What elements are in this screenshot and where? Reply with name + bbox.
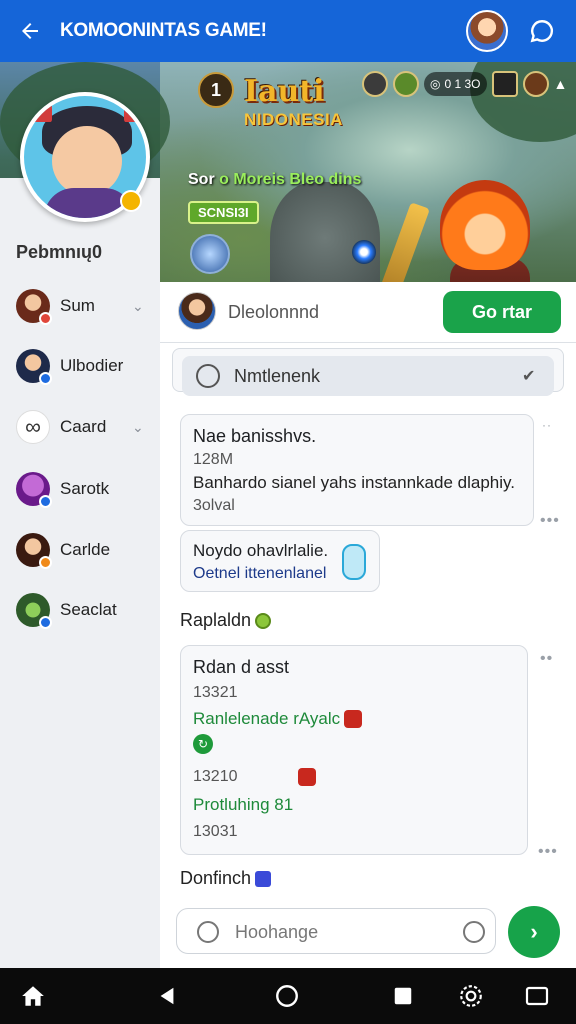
more-options-icon[interactable]: ••• [538,843,558,861]
card-meta: 3olval [193,497,235,514]
flame-icon: ▲ [553,76,568,92]
sidebar-item-label: Seaclat [60,600,117,619]
section-title: Donfinch [180,868,252,888]
card-link[interactable]: Oetnel ittenenlanel [193,565,326,583]
card-title: Rdan d asst [193,657,290,677]
fries-icon [298,768,316,786]
sidebar-heading: Pebmnıų0 [16,242,103,262]
chevron-down-icon[interactable]: ⌄ [132,298,144,315]
message-composer[interactable]: Hoohange [176,908,496,954]
chevron-down-icon[interactable]: ⌄ [132,419,144,436]
sidebar-item-seaclat[interactable]: Seaclat [0,582,160,638]
game-logo-title: Iauti [244,74,325,109]
back-arrow-icon[interactable] [0,0,60,62]
sidebar-item-label: Sarotk [60,479,110,498]
link-icon: ∞ [16,410,50,444]
send-button[interactable]: › [508,906,560,958]
card-count: 13321 [193,684,238,701]
chat-bubble-icon[interactable] [524,13,560,49]
sidebar-item-sarotk[interactable]: Sarotk [0,461,160,517]
chevron-down-icon[interactable]: ✔ [522,366,535,386]
filter-dropdown[interactable]: Nmtlenenk ✔ [182,356,554,396]
screen-icon[interactable] [520,980,554,1012]
coins-icon: ◎ [430,77,441,91]
shop-icon[interactable] [491,71,518,97]
ulbodier-avatar [16,349,52,385]
sidebar-item-sum[interactable]: Sum ⌄ [0,278,160,334]
robot-icon [190,234,230,274]
banner-badge[interactable]: SCNSI3I [188,201,259,224]
user-avatar[interactable] [466,10,508,52]
gem-icon [393,71,419,97]
link-text: Protluhing [193,795,270,814]
gold-badge-icon [120,190,142,212]
app-title: KOMOONINTAS GAME! [60,20,267,41]
fries-icon [344,710,362,728]
back-nav-icon[interactable] [150,980,184,1012]
section-title: Raplaldn [180,610,252,630]
system-nav-bar [0,968,576,1024]
carlde-avatar [16,533,52,569]
top-app-bar: KOMOONINTAS GAME! [0,0,576,62]
card-body: Banhardo sianel yahs instannkade dlaphiy… [193,473,515,492]
gem-icon [255,871,272,888]
attach-icon[interactable] [197,921,219,943]
banner-hud: ◎ 0 1 3O ▲ [362,71,567,97]
banner-tagline: Sor o Moreis Bleo dins [188,171,361,189]
settings-gear-icon[interactable] [454,980,488,1012]
sidebar-item-label: Ulbodier [60,356,124,375]
card-title: Noydo ohavlrlalie. [193,541,329,560]
card-count: 128M [193,451,234,468]
sidebar-item-caard[interactable]: ∞ Caard ⌄ [0,399,160,455]
card-link[interactable]: Ranlelenade rAyalc [193,709,340,729]
crystal-icon [342,544,366,580]
emoji-icon[interactable] [463,921,485,943]
post-author-avatar[interactable] [178,292,216,330]
sidebar-item-carlde[interactable]: Carlde [0,522,160,578]
seaclat-avatar [16,593,52,629]
home-icon[interactable] [16,980,50,1012]
sum-avatar [16,289,52,325]
recents-icon[interactable] [386,980,420,1012]
post-input[interactable]: Dleolonnnd [228,302,319,323]
hero-portrait-icon[interactable] [522,71,549,97]
refresh-icon[interactable]: ↻ [193,734,213,754]
golem-character [270,182,380,282]
link-suffix: 81 [274,795,294,814]
card-link[interactable]: Protluhing 81 [193,795,293,815]
sidebar-item-label: Carlde [60,540,111,559]
home-circle-icon[interactable] [270,980,304,1012]
tagline-highlight: o Moreis Bleo dins [219,171,362,188]
section-header: Donfinch [180,868,272,889]
hero-character [440,180,530,270]
go-button[interactable]: Go rtar [443,291,561,333]
tagline-prefix: Sor [188,171,215,188]
sidebar-item-label: Sum [60,296,95,315]
sarotk-avatar [16,472,52,508]
card-count: 13031 [193,823,238,840]
golem-eye-orb [352,240,376,264]
divider [160,342,576,343]
filter-label: Nmtlenenk [234,365,321,386]
gem-icon [255,613,272,630]
composer-placeholder: Hoohange [235,922,319,942]
clock-icon [196,364,220,388]
more-options-icon[interactable]: ••• [540,512,560,530]
more-options-icon[interactable]: ·· [542,418,552,432]
section-header: Raplaldn [180,610,272,631]
sidebar-item-ulbodier[interactable]: Ulbodier [0,338,160,394]
coin-value: 0 1 3O [444,77,481,91]
game-logo-subtitle: NIDONESIA [244,110,343,129]
card-count: 13210 [193,768,238,785]
coin-counter: ◎ 0 1 3O [424,72,487,96]
player-avatar-icon[interactable] [362,71,388,97]
rank-badge: 1 [198,72,234,108]
more-options-icon[interactable]: •• [540,650,553,668]
sidebar-item-label: Caard [60,417,107,436]
card-title: Nae banisshvs. [193,426,317,446]
